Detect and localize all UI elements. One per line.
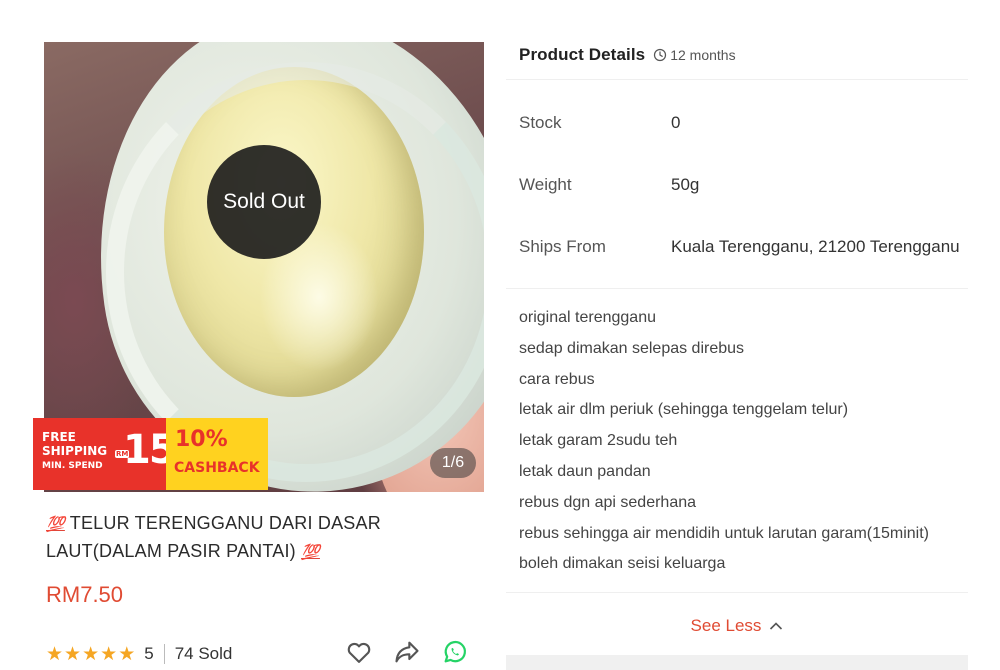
product-title-text: TELUR TERENGGANU DARI DASAR LAUT(DALAM P…: [46, 513, 381, 561]
spec-value: 50g: [671, 175, 700, 194]
star-icon: ★: [82, 643, 100, 665]
rating-value: 5: [144, 644, 154, 663]
product-description: original terengganu sedap dimakan selepa…: [506, 289, 968, 594]
sold-count: 74 Sold: [174, 644, 233, 663]
description-line: boleh dimakan seisi keluarga: [519, 555, 726, 573]
product-details-panel: Product Details 12 months Stock 0 Weight…: [506, 30, 968, 659]
promo-banner: FREE SHIPPING MIN. SPEND RM 15 10% CASHB…: [33, 418, 268, 490]
description-line: letak air dlm periuk (sehingga tenggelam…: [519, 401, 849, 419]
description-line: original terengganu: [519, 309, 656, 326]
spec-value: 0: [671, 113, 681, 132]
star-icon: ★: [118, 643, 136, 665]
see-less-button[interactable]: See Less: [506, 593, 968, 659]
star-icon: ★: [64, 643, 82, 665]
chevron-up-icon: [770, 622, 783, 630]
divider: [163, 644, 165, 664]
description-line: rebus sehingga air mendidih untuk laruta…: [519, 524, 929, 542]
description-line: letak daun pandan: [519, 462, 651, 480]
free-shipping-badge: FREE SHIPPING MIN. SPEND RM 15: [33, 418, 177, 490]
details-header: Product Details 12 months: [506, 30, 968, 80]
spec-row-stock: Stock 0: [506, 92, 968, 154]
rating-row: ★ ★ ★ ★ ★ 5 74 Sold: [46, 640, 232, 668]
shelf-life: 12 months: [653, 46, 736, 63]
heart-icon[interactable]: [345, 638, 373, 666]
sold-out-badge: Sold Out: [207, 145, 321, 259]
description-line: sedap dimakan selepas direbus: [519, 339, 745, 357]
spec-value: Kuala Terengganu, 21200 Terengganu: [671, 237, 960, 256]
cashback-label: CASHBACK: [174, 460, 260, 476]
shelf-life-value: 12 months: [670, 46, 736, 63]
hundred-points-icon: 💯: [301, 544, 320, 561]
spec-label: Weight: [519, 175, 572, 194]
description-line: cara rebus: [519, 370, 595, 388]
star-icon: ★: [46, 643, 64, 665]
free-shipping-line2: SHIPPING: [42, 444, 108, 458]
description-line: rebus dgn api sederhana: [519, 493, 697, 511]
spec-table: Stock 0 Weight 50g Ships From Kuala Tere…: [506, 80, 968, 289]
spec-label: Ships From: [519, 237, 606, 256]
description-line: letak garam 2sudu teh: [519, 432, 678, 450]
bottom-bar: [506, 655, 968, 670]
min-spend-label: MIN. SPEND: [42, 461, 103, 471]
whatsapp-icon[interactable]: [441, 638, 469, 666]
hundred-points-icon: 💯: [46, 516, 65, 533]
cashback-percent: 10%: [175, 427, 228, 452]
details-title: Product Details: [519, 44, 646, 64]
share-icon[interactable]: [393, 638, 421, 666]
clock-icon: [654, 48, 667, 61]
spec-row-ships-from: Ships From Kuala Terengganu, 21200 Teren…: [506, 216, 968, 278]
spec-label: Stock: [519, 113, 562, 132]
see-less-label: See Less: [690, 616, 762, 636]
product-title: 💯 TELUR TERENGGANU DARI DASAR LAUT(DALAM…: [46, 510, 491, 566]
action-icons: [345, 638, 469, 666]
free-shipping-line1: FREE: [42, 430, 76, 444]
cashback-badge: 10% CASHBACK: [166, 418, 268, 490]
product-price: RM7.50: [46, 582, 124, 607]
spec-row-weight: Weight 50g: [506, 154, 968, 216]
star-icon: ★: [100, 643, 118, 665]
image-counter: 1/6: [430, 448, 476, 478]
